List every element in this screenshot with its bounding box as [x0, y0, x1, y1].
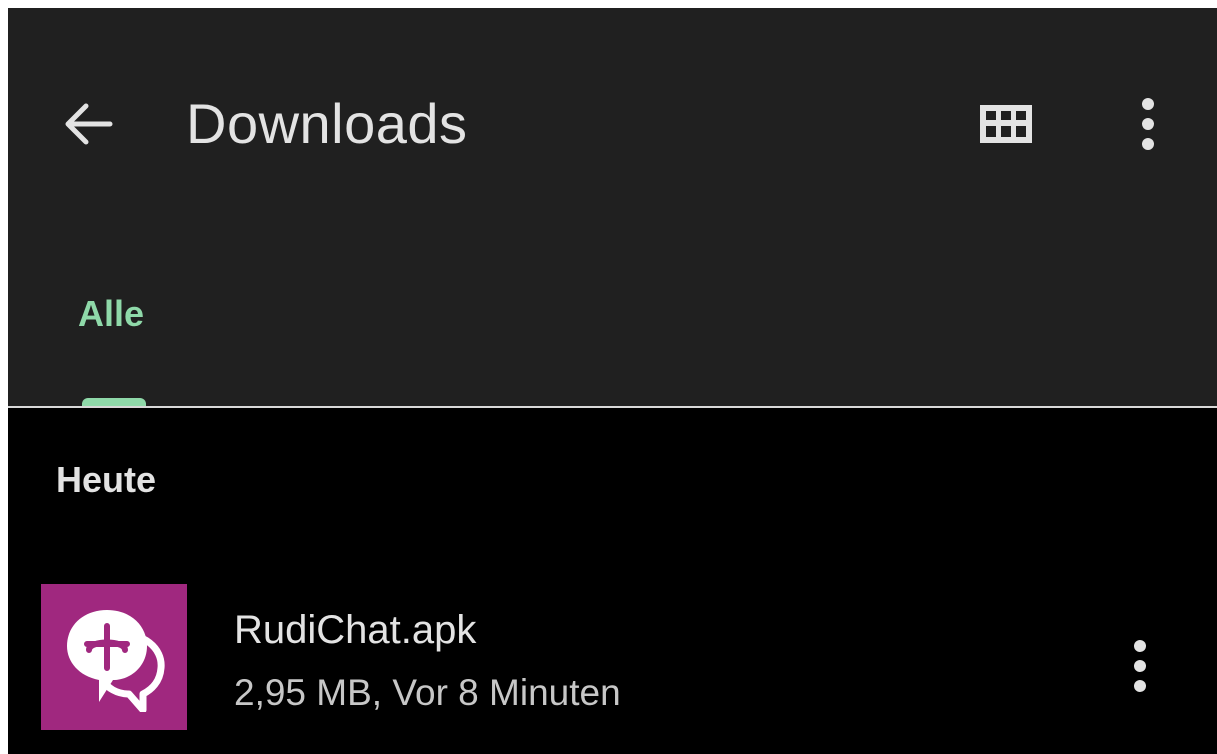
rudichat-app-icon	[41, 584, 187, 730]
more-vert-icon	[1134, 640, 1146, 692]
tab-all-label: Alle	[78, 293, 145, 334]
more-options-button[interactable]	[1120, 96, 1176, 152]
file-meta: 2,95 MB, Vor 8 Minuten	[234, 672, 621, 713]
app-bar: Downloads Alle	[8, 8, 1217, 406]
grid-view-button[interactable]	[974, 96, 1038, 152]
section-header-today: Heute	[56, 459, 157, 500]
downloads-screen: Downloads Alle Heute RudiChat.apk 2,95 M…	[8, 8, 1217, 754]
tab-all[interactable]: Alle	[62, 278, 166, 406]
file-name: RudiChat.apk	[234, 608, 477, 652]
grid-view-icon	[980, 105, 1032, 143]
file-more-button[interactable]	[1112, 632, 1168, 700]
arrow-back-icon	[65, 103, 113, 145]
more-vert-icon	[1142, 98, 1154, 150]
back-button[interactable]	[60, 96, 116, 152]
tab-selected-indicator	[82, 398, 146, 406]
divider	[8, 406, 1217, 408]
file-list-item[interactable]: RudiChat.apk 2,95 MB, Vor 8 Minuten	[8, 568, 1217, 754]
page-title: Downloads	[186, 92, 468, 155]
